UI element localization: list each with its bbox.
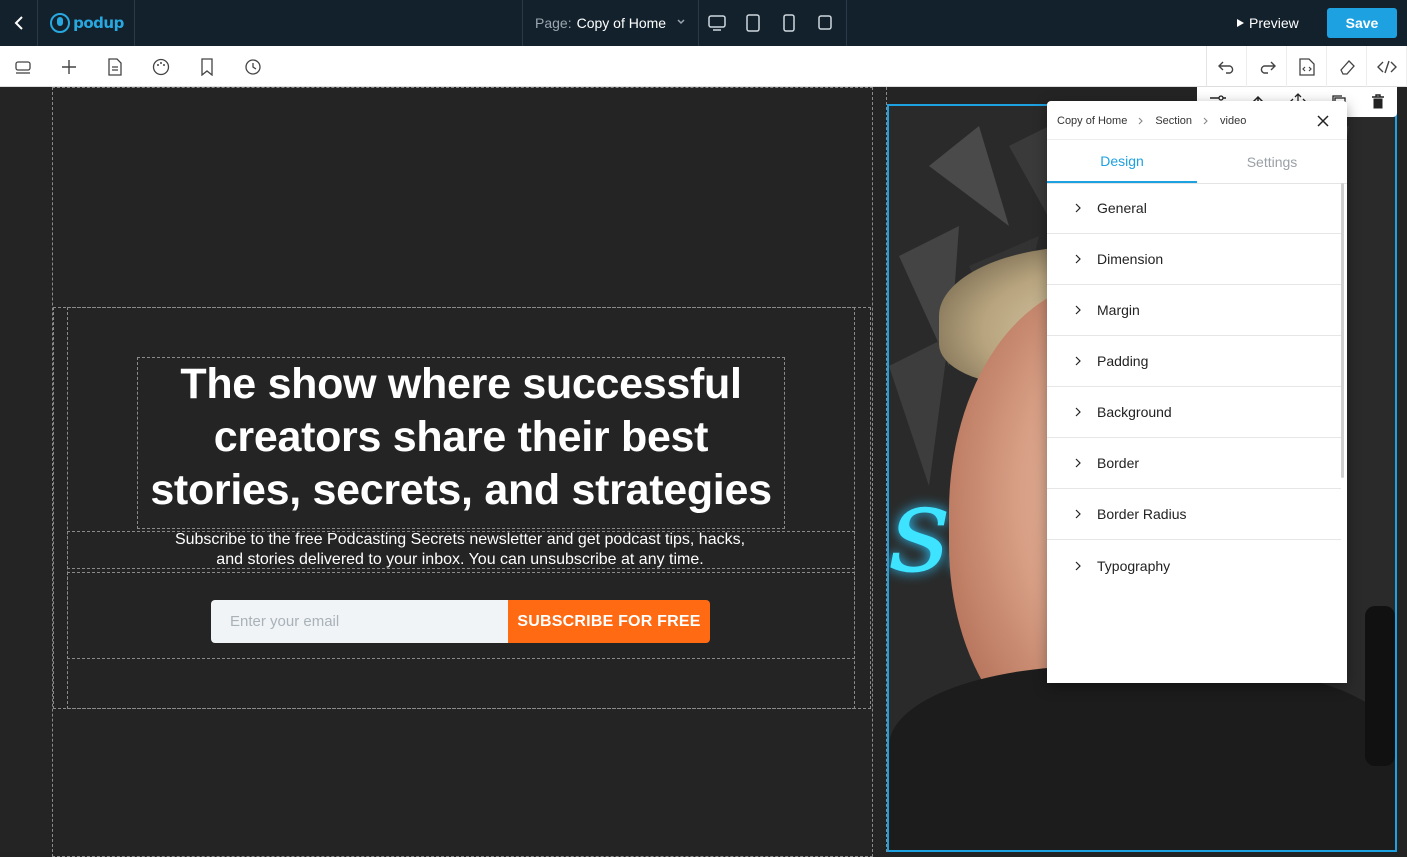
email-input[interactable]: Enter your email [211, 600, 509, 643]
history-icon [245, 58, 261, 75]
undo-button[interactable] [1207, 46, 1247, 87]
chevron-right-icon [1075, 458, 1081, 468]
theme-button[interactable] [141, 46, 181, 87]
back-button[interactable] [0, 0, 38, 46]
section-padding[interactable]: Padding [1047, 336, 1341, 387]
tablet-landscape-view-button[interactable] [735, 0, 771, 46]
microphone-logo-icon [50, 13, 71, 33]
section-label: Padding [1097, 353, 1149, 369]
bookmark-icon [201, 57, 213, 76]
chevron-right-icon [1075, 509, 1081, 519]
pages-button[interactable] [95, 46, 135, 87]
panel-tabs: Design Settings [1047, 139, 1347, 184]
chevron-left-icon [14, 16, 23, 30]
tab-design[interactable]: Design [1047, 140, 1197, 183]
logo[interactable]: podup [39, 0, 135, 46]
chevron-right-icon [1075, 254, 1081, 264]
page-selector[interactable]: Page: Copy of Home [522, 0, 699, 46]
tablet-view-button[interactable] [771, 0, 807, 46]
undo-icon [1217, 61, 1233, 74]
section-label: General [1097, 200, 1147, 216]
chevron-right-icon [1075, 407, 1081, 417]
layers-icon [15, 60, 31, 74]
history-button[interactable] [233, 46, 273, 87]
section-label: Background [1097, 404, 1172, 420]
chevron-down-icon [677, 19, 685, 25]
clear-button[interactable] [1327, 46, 1367, 87]
add-element-button[interactable] [49, 46, 89, 87]
page-name: Copy of Home [576, 15, 667, 31]
section-border-radius[interactable]: Border Radius [1047, 489, 1341, 540]
pages-icon [108, 57, 122, 76]
redo-button[interactable] [1247, 46, 1287, 87]
redo-icon [1260, 61, 1276, 74]
chevron-right-icon [1075, 356, 1081, 366]
desktop-icon [708, 15, 726, 31]
video-subject-shirt [889, 666, 1395, 850]
chevron-right-icon [1075, 561, 1081, 570]
logo-text: podup [73, 14, 124, 32]
page-label: Page: [535, 15, 572, 31]
preview-label: Preview [1249, 15, 1299, 31]
chevron-right-icon [1075, 203, 1081, 213]
style-sections: General Dimension Margin Padding Backgro… [1047, 183, 1341, 591]
editor-toolbar [0, 46, 1407, 87]
chevron-right-icon [1203, 117, 1208, 125]
preview-button[interactable]: Preview [1236, 12, 1299, 34]
microphone-stand [1365, 606, 1395, 766]
subscribe-button[interactable]: SUBSCRIBE FOR FREE [508, 600, 710, 643]
palette-icon [152, 58, 170, 75]
code-icon [1376, 60, 1397, 73]
close-icon[interactable] [1317, 115, 1329, 127]
saved-blocks-button[interactable] [187, 46, 227, 87]
tablet-icon [783, 14, 795, 32]
toolbar-right-group [1206, 46, 1407, 87]
chevron-right-icon [1075, 305, 1081, 315]
section-general[interactable]: General [1047, 183, 1341, 234]
section-label: Dimension [1097, 251, 1164, 267]
section-typography[interactable]: Typography [1047, 540, 1341, 591]
section-border[interactable]: Border [1047, 438, 1341, 489]
tab-settings[interactable]: Settings [1197, 140, 1347, 183]
section-label: Border Radius [1097, 506, 1187, 522]
breadcrumb-element[interactable]: video [1220, 115, 1246, 127]
section-dimension[interactable]: Dimension [1047, 234, 1341, 285]
chevron-right-icon [1138, 117, 1144, 125]
design-panel: Copy of Home Section video Design Settin… [1047, 101, 1347, 683]
custom-code-button[interactable] [1287, 46, 1327, 87]
breadcrumb-section[interactable]: Section [1155, 115, 1192, 127]
section-label: Typography [1097, 557, 1171, 574]
code-view-button[interactable] [1367, 46, 1407, 87]
desktop-view-button[interactable] [699, 0, 735, 46]
mobile-view-button[interactable] [807, 0, 843, 46]
code-file-icon [1298, 57, 1315, 76]
panel-scrollbar[interactable] [1341, 183, 1344, 478]
hero-headline[interactable]: The show where successful creators share… [138, 358, 784, 517]
mobile-icon [818, 15, 832, 30]
section-background[interactable]: Background [1047, 387, 1341, 438]
section-label: Border [1097, 455, 1140, 471]
hero-subtext[interactable]: Subscribe to the free Podcasting Secrets… [160, 530, 760, 570]
eraser-icon [1339, 59, 1355, 75]
layers-button[interactable] [3, 46, 43, 87]
tablet-landscape-icon [746, 14, 760, 32]
breadcrumb-page[interactable]: Copy of Home [1057, 115, 1127, 127]
section-label: Margin [1097, 302, 1140, 318]
save-button[interactable]: Save [1327, 8, 1397, 38]
delete-icon[interactable] [1371, 94, 1385, 110]
play-icon [1237, 19, 1244, 27]
device-switcher [699, 0, 847, 46]
top-bar: podup Page: Copy of Home Preview Save [0, 0, 1407, 46]
breadcrumb: Copy of Home Section video [1057, 115, 1246, 127]
section-margin[interactable]: Margin [1047, 285, 1341, 336]
column-divider [886, 87, 887, 852]
add-icon [62, 59, 76, 74]
